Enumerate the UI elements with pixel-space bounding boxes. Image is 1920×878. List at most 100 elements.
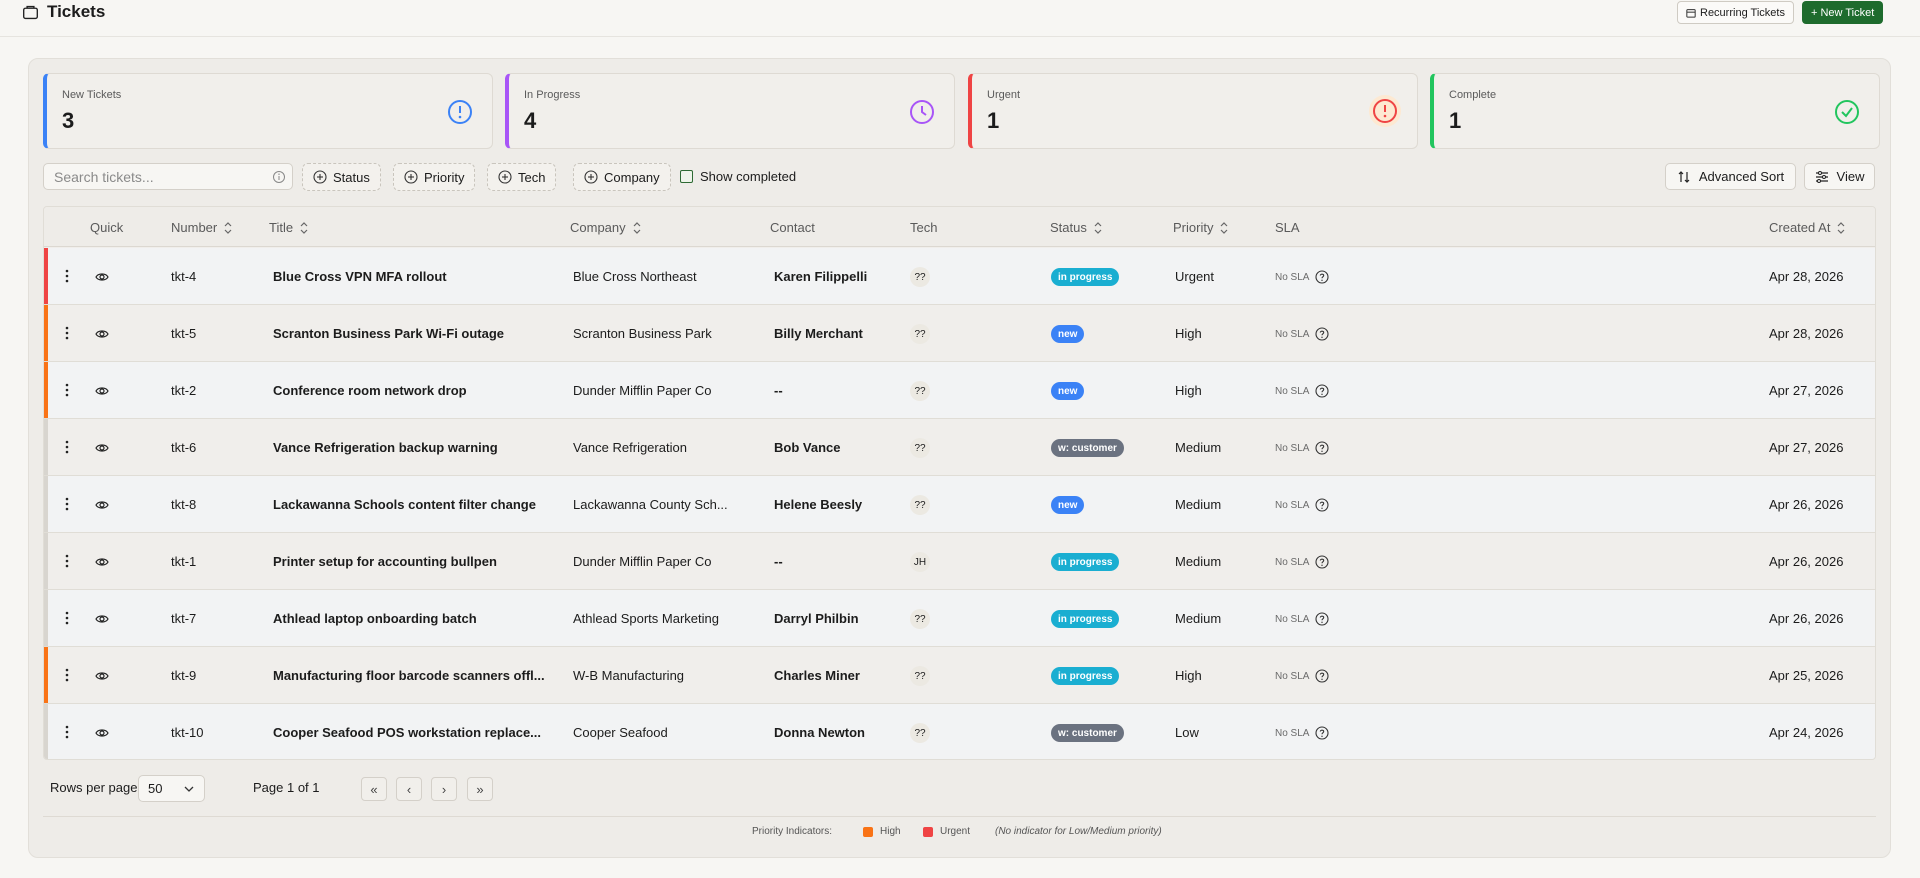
ticket-number[interactable]: tkt-6	[171, 440, 196, 455]
priority-filter-label: Priority	[424, 169, 465, 185]
ticket-number[interactable]: tkt-9	[171, 668, 196, 683]
advanced-sort-button[interactable]: Advanced Sort	[1665, 163, 1796, 190]
help-circle-icon[interactable]	[1315, 327, 1330, 341]
col-number[interactable]: Number	[171, 220, 233, 235]
more-vertical-icon[interactable]	[65, 725, 69, 739]
ticket-number[interactable]: tkt-10	[171, 725, 204, 740]
col-created-at[interactable]: Created At	[1769, 220, 1846, 235]
col-quick: Quick	[90, 220, 123, 235]
status-badge: in progress	[1051, 553, 1120, 571]
table-row[interactable]: tkt-8 Lackawanna Schools content filter …	[44, 476, 1875, 533]
col-status[interactable]: Status	[1050, 220, 1103, 235]
show-completed-label[interactable]: Show completed	[700, 169, 796, 184]
ticket-contact: Helene Beesly	[774, 497, 863, 512]
table-row[interactable]: tkt-4 Blue Cross VPN MFA rollout Blue Cr…	[44, 248, 1875, 305]
help-circle-icon[interactable]	[1315, 726, 1330, 740]
prev-page-button[interactable]: ‹	[396, 777, 422, 801]
legend-high-label: High	[880, 826, 901, 837]
col-company[interactable]: Company	[570, 220, 642, 235]
show-completed-checkbox[interactable]	[680, 170, 693, 183]
ticket-title[interactable]: Athlead laptop onboarding batch	[273, 611, 477, 626]
clock-icon	[910, 100, 934, 124]
more-vertical-icon[interactable]	[65, 326, 69, 340]
eye-icon[interactable]	[95, 726, 109, 740]
help-circle-icon[interactable]	[1315, 270, 1330, 284]
table-row[interactable]: tkt-7 Athlead laptop onboarding batch At…	[44, 590, 1875, 647]
info-icon[interactable]	[272, 170, 286, 184]
last-page-button[interactable]: »	[467, 777, 493, 801]
help-circle-icon[interactable]	[1315, 384, 1330, 398]
table-row[interactable]: tkt-9 Manufacturing floor barcode scanne…	[44, 647, 1875, 704]
ticket-contact: Karen Filippelli	[774, 269, 868, 284]
tech-filter-button[interactable]: Tech	[487, 163, 557, 191]
ticket-title[interactable]: Conference room network drop	[273, 383, 467, 398]
recurring-tickets-button[interactable]: Recurring Tickets	[1677, 1, 1794, 24]
status-badge: new	[1051, 382, 1085, 400]
ticket-priority: Medium	[1175, 440, 1222, 455]
ticket-number[interactable]: tkt-4	[171, 269, 196, 284]
company-filter-label: Company	[604, 169, 660, 185]
stat-label: In Progress	[524, 89, 581, 101]
plus-circle-icon	[404, 170, 418, 184]
col-title[interactable]: Title	[269, 220, 309, 235]
priority-indicator	[44, 533, 48, 589]
more-vertical-icon[interactable]	[65, 269, 69, 283]
more-vertical-icon[interactable]	[65, 383, 69, 397]
eye-icon[interactable]	[95, 498, 109, 512]
more-vertical-icon[interactable]	[65, 440, 69, 454]
table-row[interactable]: tkt-1 Printer setup for accounting bullp…	[44, 533, 1875, 590]
table-row[interactable]: tkt-5 Scranton Business Park Wi-Fi outag…	[44, 305, 1875, 362]
ticket-company: Vance Refrigeration	[573, 440, 687, 455]
priority-indicator	[44, 704, 48, 759]
col-contact-label: Contact	[770, 220, 815, 235]
ticket-number[interactable]: tkt-5	[171, 326, 196, 341]
sort-icon	[633, 221, 641, 234]
help-circle-icon[interactable]	[1315, 669, 1330, 683]
sla-info: No SLA	[1275, 555, 1330, 569]
more-vertical-icon[interactable]	[65, 497, 69, 511]
first-page-button[interactable]: «	[361, 777, 387, 801]
ticket-number[interactable]: tkt-7	[171, 611, 196, 626]
priority-filter-button[interactable]: Priority	[393, 163, 476, 191]
ticket-title[interactable]: Printer setup for accounting bullpen	[273, 554, 497, 569]
help-circle-icon[interactable]	[1315, 498, 1330, 512]
help-circle-icon[interactable]	[1315, 441, 1330, 455]
eye-icon[interactable]	[95, 555, 109, 569]
eye-icon[interactable]	[95, 441, 109, 455]
ticket-number[interactable]: tkt-8	[171, 497, 196, 512]
company-filter-button[interactable]: Company	[573, 163, 671, 191]
more-vertical-icon[interactable]	[65, 668, 69, 682]
table-row[interactable]: tkt-2 Conference room network drop Dunde…	[44, 362, 1875, 419]
table-row[interactable]: tkt-6 Vance Refrigeration backup warning…	[44, 419, 1875, 476]
table-row[interactable]: tkt-10 Cooper Seafood POS workstation re…	[44, 704, 1875, 759]
chevrons-left-icon: «	[370, 781, 378, 797]
col-priority[interactable]: Priority	[1173, 220, 1229, 235]
more-vertical-icon[interactable]	[65, 611, 69, 625]
ticket-title[interactable]: Lackawanna Schools content filter change	[273, 497, 536, 512]
ticket-title[interactable]: Scranton Business Park Wi-Fi outage	[273, 326, 504, 341]
ticket-title[interactable]: Vance Refrigeration backup warning	[273, 440, 498, 455]
help-circle-icon[interactable]	[1315, 555, 1330, 569]
eye-icon[interactable]	[95, 384, 109, 398]
rows-per-page-select[interactable]: 50	[138, 775, 205, 802]
ticket-number[interactable]: tkt-1	[171, 554, 196, 569]
priority-indicator	[44, 590, 48, 646]
search-input[interactable]: Search tickets...	[43, 163, 293, 190]
eye-icon[interactable]	[95, 669, 109, 683]
more-vertical-icon[interactable]	[65, 554, 69, 568]
ticket-title[interactable]: Cooper Seafood POS workstation replace..…	[273, 725, 541, 740]
status-filter-button[interactable]: Status	[302, 163, 381, 191]
ticket-title[interactable]: Blue Cross VPN MFA rollout	[273, 269, 447, 284]
eye-icon[interactable]	[95, 327, 109, 341]
ticket-title[interactable]: Manufacturing floor barcode scanners off…	[273, 668, 545, 683]
eye-icon[interactable]	[95, 270, 109, 284]
ticket-number[interactable]: tkt-2	[171, 383, 196, 398]
ticket-priority: Medium	[1175, 497, 1222, 512]
view-button[interactable]: View	[1804, 163, 1875, 190]
next-page-button[interactable]: ›	[431, 777, 457, 801]
ticket-created-at: Apr 26, 2026	[1769, 611, 1844, 626]
sla-text: No SLA	[1275, 670, 1310, 682]
help-circle-icon[interactable]	[1315, 612, 1330, 626]
new-ticket-button[interactable]: + New Ticket	[1802, 1, 1884, 24]
eye-icon[interactable]	[95, 612, 109, 626]
